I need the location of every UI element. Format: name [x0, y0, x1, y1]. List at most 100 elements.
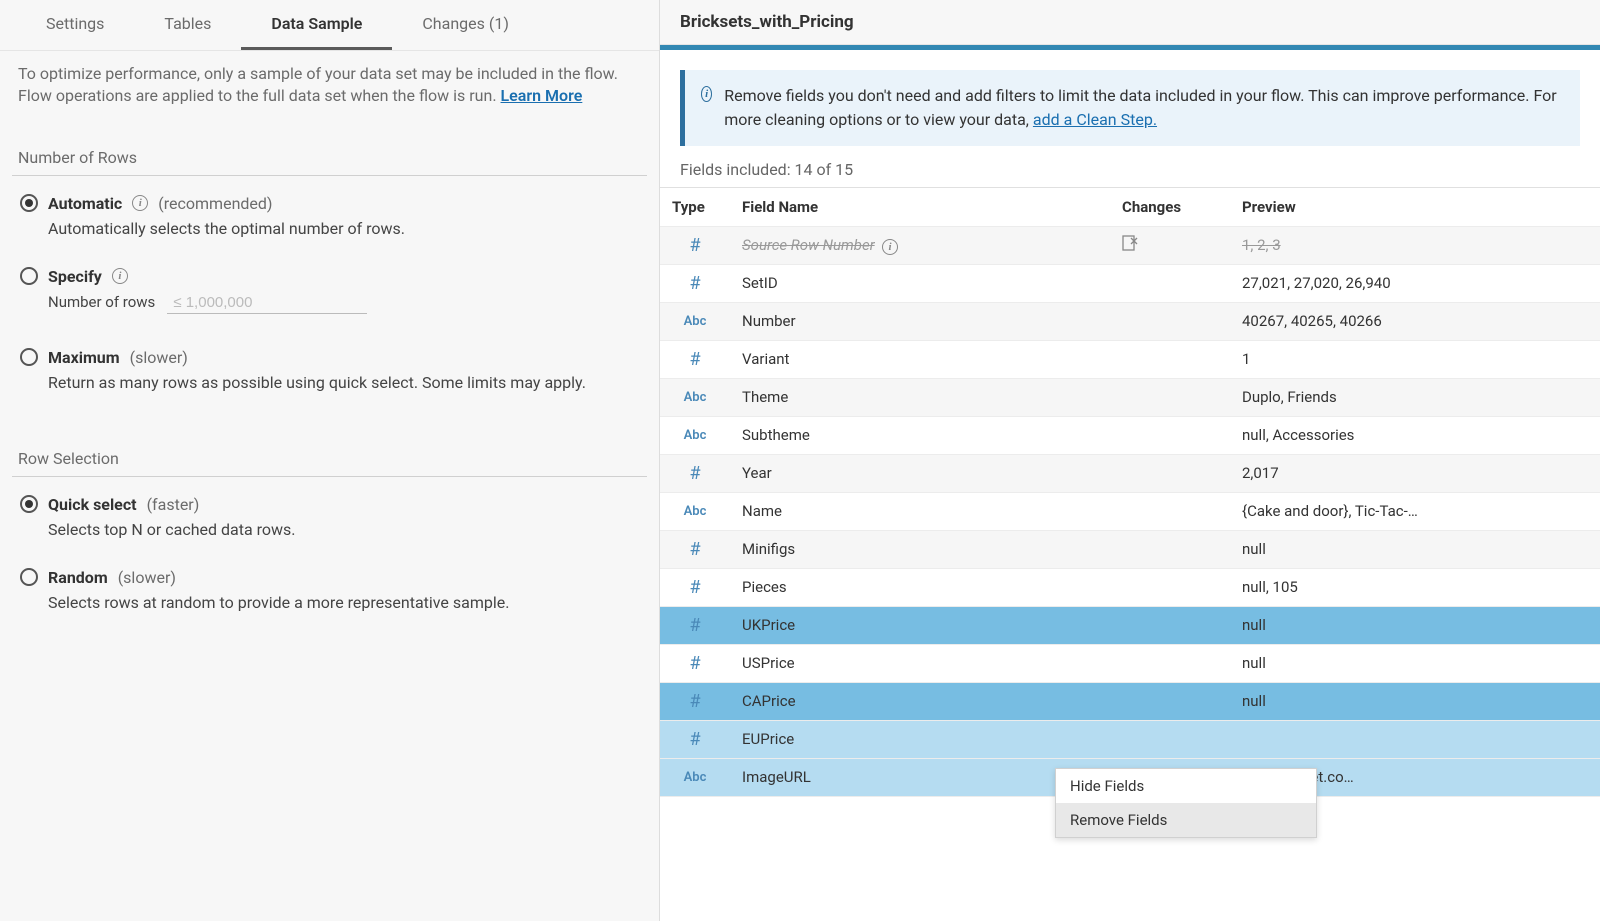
learn-more-link[interactable]: Learn More [501, 86, 583, 105]
preview-cell: {Cake and door}, Tic-Tac-… [1230, 492, 1600, 530]
field-name-cell: ImageURL [730, 758, 1110, 796]
radio-icon [20, 267, 38, 285]
string-type-icon: Abc [660, 758, 730, 796]
changes-cell [1110, 454, 1230, 492]
table-row[interactable]: #Year2,017 [660, 454, 1600, 492]
row-selection-random-option[interactable]: Random (slower) Selects rows at random t… [20, 568, 639, 615]
changes-cell [1110, 720, 1230, 758]
preview-cell: null [1230, 644, 1600, 682]
info-icon[interactable]: i [132, 195, 148, 211]
row-selection-quick-hint: (faster) [147, 495, 200, 514]
preview-value: Duplo, Friends [1242, 388, 1337, 406]
row-selection-quick-option[interactable]: Quick select (faster) Selects top N or c… [20, 495, 639, 542]
table-row[interactable]: # UKPrice null [660, 606, 1600, 644]
num-rows-automatic-hint: (recommended) [158, 194, 272, 213]
preview-value: null, Accessories [1242, 426, 1354, 444]
field-name-label: CAPrice [742, 692, 796, 710]
row-selection-quick-label: Quick select [48, 495, 137, 514]
section-number-of-rows: Number of Rows [0, 120, 659, 175]
table-row[interactable]: #Source Row Number i1, 2, 3 [660, 226, 1600, 264]
sample-note: To optimize performance, only a sample o… [0, 51, 659, 120]
number-type-icon: # [660, 264, 730, 302]
field-name-cell: EUPrice [730, 720, 1110, 758]
preview-value: null [1242, 654, 1266, 672]
field-name-label: Pieces [742, 578, 787, 596]
field-name-label: UKPrice [742, 616, 795, 634]
num-rows-automatic-option[interactable]: Automatic i (recommended) Automatically … [20, 194, 639, 241]
context-menu-remove-fields[interactable]: Remove Fields [1056, 803, 1316, 837]
preview-cell: null [1230, 682, 1600, 720]
field-name-cell: UKPrice [730, 606, 1110, 644]
divider [12, 175, 647, 176]
table-row[interactable]: # CAPrice null [660, 682, 1600, 720]
field-name-cell: Number [730, 302, 1110, 340]
number-type-icon: # [660, 340, 730, 378]
add-clean-step-link[interactable]: add a Clean Step. [1033, 110, 1157, 129]
tab-data-sample[interactable]: Data Sample [241, 0, 392, 50]
th-preview[interactable]: Preview [1230, 188, 1600, 226]
fields-included-count: Fields included: 14 of 15 [660, 160, 1600, 187]
num-rows-maximum-label: Maximum [48, 348, 120, 367]
preview-value: null [1242, 616, 1266, 634]
tab-bar: Settings Tables Data Sample Changes (1) [0, 0, 659, 51]
preview-cell: 27,021, 27,020, 26,940 [1230, 264, 1600, 302]
remove-field-icon[interactable] [1122, 235, 1138, 251]
number-type-icon: # [660, 454, 730, 492]
preview-cell: 2,017 [1230, 454, 1600, 492]
string-type-icon: Abc [660, 492, 730, 530]
field-name-cell: Pieces [730, 568, 1110, 606]
table-row[interactable]: #Variant1 [660, 340, 1600, 378]
table-row[interactable]: #Minifigsnull [660, 530, 1600, 568]
field-name-label: Name [742, 502, 782, 520]
num-rows-maximum-option[interactable]: Maximum (slower) Return as many rows as … [20, 348, 639, 395]
preview-cell: 1 [1230, 340, 1600, 378]
preview-value: null, 105 [1242, 578, 1298, 596]
table-row[interactable]: Abc Number 40267, 40265, 40266 [660, 302, 1600, 340]
table-row[interactable]: #USPricenull [660, 644, 1600, 682]
th-type[interactable]: Type [660, 188, 730, 226]
num-rows-specify-option[interactable]: Specify i Number of rows [20, 267, 639, 314]
preview-cell: null, Accessories [1230, 416, 1600, 454]
field-name-label: Minifigs [742, 540, 795, 558]
num-rows-group: Automatic i (recommended) Automatically … [0, 194, 659, 395]
preview-cell: 1, 2, 3 [1230, 226, 1600, 264]
info-icon[interactable]: i [882, 239, 898, 255]
th-changes[interactable]: Changes [1110, 188, 1230, 226]
field-name-label: Number [742, 312, 796, 330]
changes-cell [1110, 264, 1230, 302]
tab-settings[interactable]: Settings [16, 0, 134, 50]
number-type-icon: # [660, 682, 730, 720]
preview-value: 2,017 [1242, 464, 1279, 482]
num-rows-maximum-desc: Return as many rows as possible using qu… [48, 371, 639, 395]
radio-icon [20, 495, 38, 513]
table-row[interactable]: # SetID 27,021, 27,020, 26,940 [660, 264, 1600, 302]
th-field-name[interactable]: Field Name [730, 188, 1110, 226]
num-rows-maximum-hint: (slower) [130, 348, 188, 367]
info-icon[interactable]: i [112, 268, 128, 284]
string-type-icon: Abc [660, 302, 730, 340]
accent-bar [660, 45, 1600, 50]
field-name-label: Source Row Number [742, 236, 875, 254]
number-type-icon: # [660, 720, 730, 758]
table-row[interactable]: AbcThemeDuplo, Friends [660, 378, 1600, 416]
tab-tables[interactable]: Tables [134, 0, 241, 50]
preview-cell: 40267, 40265, 40266 [1230, 302, 1600, 340]
field-name-label: SetID [742, 274, 778, 292]
field-name-cell: Subtheme [730, 416, 1110, 454]
num-rows-automatic-label: Automatic [48, 194, 122, 213]
info-banner: i Remove fields you don't need and add f… [680, 70, 1580, 146]
changes-cell [1110, 568, 1230, 606]
tab-changes[interactable]: Changes (1) [392, 0, 539, 50]
table-row[interactable]: Abc Name {Cake and door}, Tic-Tac-… [660, 492, 1600, 530]
field-name-label: USPrice [742, 654, 795, 672]
table-row[interactable]: # Pieces null, 105 [660, 568, 1600, 606]
number-type-icon: # [660, 568, 730, 606]
preview-cell: null, 105 [1230, 568, 1600, 606]
num-rows-input[interactable] [167, 292, 367, 314]
table-header-row: Type Field Name Changes Preview [660, 188, 1600, 226]
table-row[interactable]: #EUPrice [660, 720, 1600, 758]
num-rows-specify-label: Specify [48, 267, 102, 286]
table-row[interactable]: AbcSubthemenull, Accessories [660, 416, 1600, 454]
number-type-icon: # [660, 606, 730, 644]
context-menu-hide-fields[interactable]: Hide Fields [1056, 769, 1316, 803]
